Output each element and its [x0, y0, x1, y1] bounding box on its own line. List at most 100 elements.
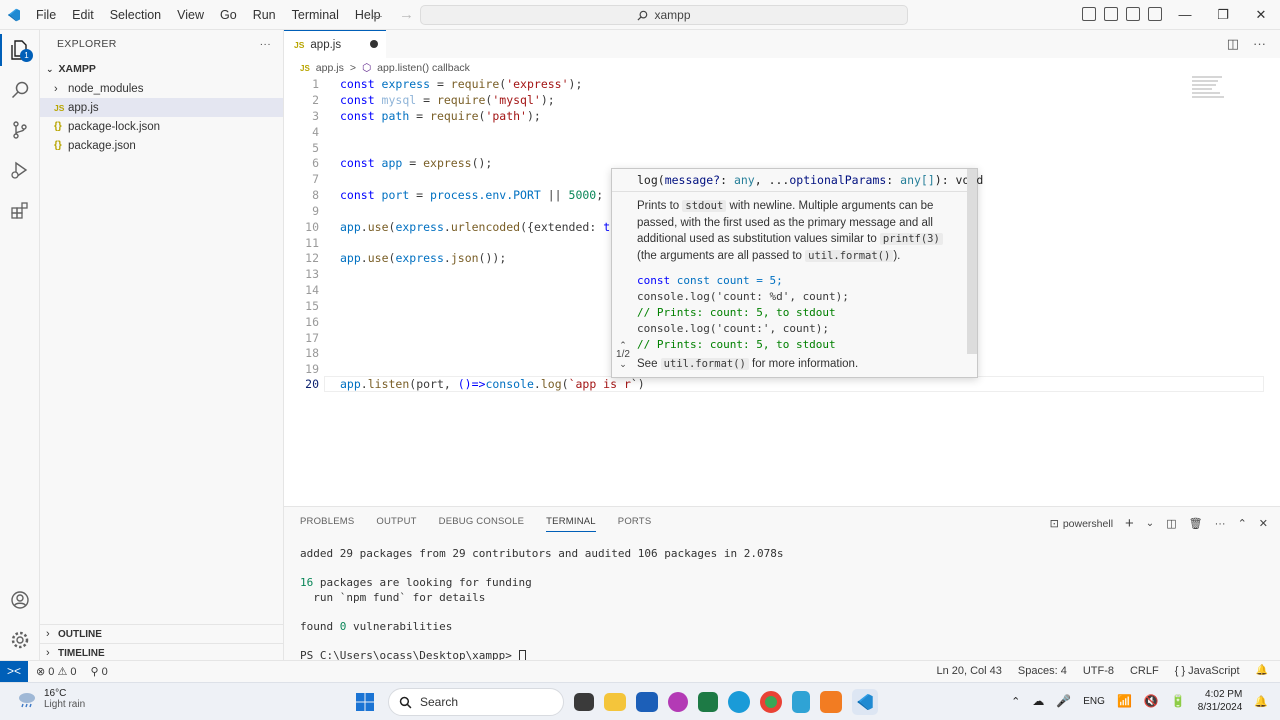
- temperature: 16°C: [44, 688, 67, 699]
- menu-terminal[interactable]: Terminal: [284, 0, 347, 30]
- explorer-badge: 1: [20, 49, 33, 62]
- breadcrumb-symbol[interactable]: app.listen() callback: [377, 62, 470, 74]
- line-number: 13: [305, 267, 319, 281]
- customize-layout-icon[interactable]: [1148, 7, 1162, 21]
- explorer-activity[interactable]: 1: [0, 30, 40, 70]
- trash-icon[interactable]: 🗑: [1189, 517, 1203, 530]
- maximize-button[interactable]: ❐: [1204, 0, 1242, 30]
- close-button[interactable]: ✕: [1242, 0, 1280, 30]
- start-button[interactable]: [352, 689, 378, 715]
- split-terminal-icon[interactable]: ◫: [1166, 517, 1176, 530]
- tree-item-node-modules[interactable]: › node_modules: [40, 79, 283, 98]
- javascript-file-icon: JS: [300, 63, 310, 73]
- tree-item-app-js[interactable]: JS app.js: [40, 98, 283, 117]
- file-explorer-icon[interactable]: [604, 693, 626, 711]
- menu-file[interactable]: File: [28, 0, 64, 30]
- rain-cloud-icon: [19, 693, 35, 708]
- chevron-down-icon[interactable]: ⌄: [612, 360, 634, 369]
- weather-widget[interactable]: 16°C Light rain: [16, 688, 85, 710]
- more-actions-icon[interactable]: ···: [1215, 518, 1226, 530]
- chevron-up-icon[interactable]: ⌃: [612, 341, 634, 350]
- back-arrow-icon[interactable]: ←: [370, 0, 385, 30]
- tab-debug-console[interactable]: DEBUG CONSOLE: [439, 516, 524, 532]
- new-terminal-icon[interactable]: +: [1125, 515, 1134, 532]
- edge-icon[interactable]: [728, 691, 750, 713]
- indentation[interactable]: Spaces: 4: [1018, 665, 1067, 677]
- workspace-folder-label: XAMPP: [58, 63, 96, 75]
- more-actions-icon[interactable]: ···: [1253, 36, 1266, 52]
- tab-terminal[interactable]: TERMINAL: [546, 516, 596, 532]
- clock[interactable]: 4:02 PM 8/31/2024: [1198, 688, 1243, 714]
- date: 8/31/2024: [1197, 702, 1243, 713]
- overload-pager[interactable]: ⌃ 1/2 ⌄: [612, 341, 634, 369]
- chrome-icon[interactable]: [760, 691, 782, 713]
- workspace-folder[interactable]: ⌄ XAMPP: [40, 59, 283, 79]
- search-activity[interactable]: [0, 70, 40, 110]
- hover-scrollbar[interactable]: [967, 169, 977, 354]
- excel-icon[interactable]: [698, 692, 718, 712]
- bell-icon[interactable]: 🔔: [1256, 665, 1268, 677]
- tree-item-package-lock[interactable]: {} package-lock.json: [40, 117, 283, 136]
- forward-arrow-icon[interactable]: →: [399, 0, 414, 30]
- outline-section[interactable]: › OUTLINE: [40, 624, 284, 643]
- chevron-down-icon[interactable]: ⌄: [1146, 518, 1154, 529]
- speaker-muted-icon[interactable]: 🔇: [1144, 694, 1159, 708]
- microphone-icon[interactable]: 🎤: [1056, 694, 1071, 708]
- menu-go[interactable]: Go: [212, 0, 245, 30]
- run-debug-activity[interactable]: [0, 150, 40, 190]
- unsaved-dot-icon[interactable]: [370, 40, 378, 48]
- problems-status[interactable]: ⊗ 0 ⚠ 0: [36, 665, 76, 678]
- minimap[interactable]: [1192, 76, 1232, 106]
- breadcrumb-file[interactable]: app.js: [316, 62, 344, 74]
- extensions-activity[interactable]: [0, 190, 40, 230]
- language-mode[interactable]: { } JavaScript: [1175, 665, 1240, 677]
- toggle-secondary-sidebar-icon[interactable]: [1126, 7, 1140, 21]
- cursor-position[interactable]: Ln 20, Col 43: [936, 665, 1001, 677]
- menu-selection[interactable]: Selection: [102, 0, 169, 30]
- end-of-line[interactable]: CRLF: [1130, 665, 1159, 677]
- hover-documentation-widget[interactable]: log(message?: any, ...optionalParams: an…: [611, 168, 983, 378]
- close-panel-icon[interactable]: ✕: [1259, 517, 1268, 530]
- tree-item-package-json[interactable]: {} package.json: [40, 136, 283, 155]
- cloud-icon[interactable]: ☁: [1032, 694, 1044, 708]
- vscode-taskbar-icon[interactable]: [852, 689, 878, 715]
- terminal-output[interactable]: added 29 packages from 29 contributors a…: [300, 547, 783, 664]
- manage-activity[interactable]: [0, 620, 40, 660]
- minimize-button[interactable]: —: [1166, 0, 1204, 30]
- input-language[interactable]: ENG: [1083, 696, 1105, 707]
- split-editor-icon[interactable]: ◫: [1227, 36, 1239, 52]
- toggle-panel-icon[interactable]: [1104, 7, 1118, 21]
- tab-problems[interactable]: PROBLEMS: [300, 516, 354, 532]
- mail-app-icon[interactable]: [668, 692, 688, 712]
- notification-bell-icon[interactable]: 🔔: [1254, 695, 1268, 708]
- tab-app-js[interactable]: JS app.js: [284, 30, 386, 58]
- line-number: 15: [305, 299, 319, 313]
- ports-status[interactable]: ⚲ 0: [90, 665, 107, 678]
- battery-icon[interactable]: 🔋: [1171, 694, 1186, 708]
- line-number: 17: [305, 331, 319, 345]
- wifi-icon[interactable]: 📶: [1117, 694, 1132, 708]
- tree-item-label: node_modules: [68, 82, 144, 95]
- menu-edit[interactable]: Edit: [64, 0, 102, 30]
- more-actions-icon[interactable]: ···: [260, 38, 271, 50]
- tab-output[interactable]: OUTPUT: [376, 516, 416, 532]
- notepad-icon[interactable]: [792, 691, 810, 713]
- task-view-icon[interactable]: [574, 693, 594, 711]
- time: 4:02 PM: [1205, 689, 1243, 700]
- shell-name[interactable]: powershell: [1063, 518, 1113, 530]
- search-icon: [399, 696, 412, 708]
- remote-indicator[interactable]: ><: [0, 661, 28, 682]
- source-control-activity[interactable]: [0, 110, 40, 150]
- mail-icon[interactable]: [636, 692, 658, 712]
- accounts-activity[interactable]: [0, 580, 40, 620]
- menu-run[interactable]: Run: [245, 0, 284, 30]
- taskbar-search[interactable]: Search: [388, 688, 564, 716]
- chevron-up-icon[interactable]: ⌃: [1011, 695, 1020, 708]
- maximize-panel-icon[interactable]: ⌃: [1238, 517, 1247, 530]
- menu-view[interactable]: View: [169, 0, 212, 30]
- toggle-sidebar-icon[interactable]: [1082, 7, 1096, 21]
- xampp-icon[interactable]: [820, 691, 842, 713]
- tab-ports[interactable]: PORTS: [618, 516, 652, 532]
- command-center-search[interactable]: xampp: [420, 5, 908, 25]
- encoding[interactable]: UTF-8: [1083, 665, 1114, 677]
